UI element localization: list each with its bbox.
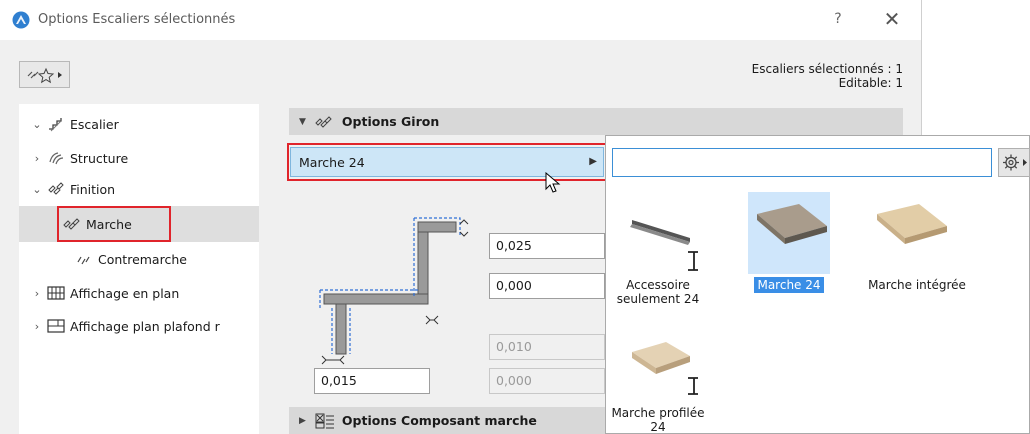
tree-item-affichage-plafond[interactable]: › Affichage plan plafond r [30, 313, 220, 339]
favorites-icon [27, 67, 62, 84]
tree-item-marche-highlight-box [57, 206, 171, 242]
chevron-right-icon[interactable]: › [30, 287, 44, 300]
chevron-right-icon[interactable]: › [30, 320, 44, 333]
help-button[interactable]: ? [828, 9, 848, 29]
tree-item-contremarche[interactable]: Contremarche [72, 246, 187, 272]
section-title: Options Giron [341, 114, 440, 129]
structure-icon [49, 152, 64, 165]
tree-item-label: Escalier [70, 116, 119, 132]
section-header-options-giron[interactable]: ▼ Options Giron [289, 108, 903, 135]
library-item-marche-profilee[interactable]: Marche profilée 24 [608, 330, 708, 434]
search-input[interactable] [612, 148, 992, 177]
tread-thumbnail-icon [877, 204, 947, 244]
editable-count: Editable: 1 [838, 76, 903, 90]
component-icon [315, 413, 334, 428]
stair-icon [49, 118, 62, 132]
tree-item-affichage-plan[interactable]: › Affichage en plan [30, 280, 179, 306]
riser-icon [77, 256, 90, 265]
ceiling-plan-icon [47, 319, 65, 333]
top-offset-field[interactable]: 0,025 [489, 233, 605, 259]
tree-item-finition[interactable]: ⌄ Finition [30, 176, 115, 202]
section-title: Options Composant marche [341, 413, 537, 428]
triangle-down-icon: ▼ [299, 116, 306, 127]
archicad-logo-icon [12, 11, 30, 29]
mouse-cursor-icon [545, 172, 561, 193]
settings-button[interactable] [998, 148, 1030, 177]
triangle-right-icon: ▶ [299, 415, 306, 426]
library-item-label: Marche profilée 24 [611, 406, 705, 434]
tread-icon [315, 115, 332, 128]
tread-thumbnail-icon [632, 342, 698, 395]
finish-icon [48, 182, 64, 195]
library-item-label: Accessoire seulement 24 [616, 278, 700, 306]
nosing-field[interactable]: 0,000 [489, 273, 605, 299]
floor-plan-icon [47, 286, 65, 300]
library-item-accessoire[interactable]: Accessoire seulement 24 [608, 192, 708, 312]
chevron-down-icon[interactable]: ⌄ [30, 183, 44, 196]
chevron-right-icon[interactable]: › [30, 152, 44, 165]
disabled-field-1: 0,010 [489, 334, 605, 360]
window-title: Options Escaliers sélectionnés [38, 12, 236, 27]
panel-splitter[interactable] [259, 104, 271, 434]
close-button[interactable]: ✕ [880, 9, 904, 31]
chevron-down-icon[interactable]: ⌄ [30, 118, 44, 131]
library-item-label: Marche 24 [754, 277, 824, 293]
library-item-marche-integree[interactable]: Marche intégrée [857, 192, 966, 292]
tree-item-escalier[interactable]: ⌄ Escalier [30, 111, 119, 137]
disabled-field-2: 0,000 [489, 368, 605, 394]
tree-item-label: Finition [70, 181, 116, 197]
favorites-button[interactable] [19, 61, 70, 88]
tree-item-label: Contremarche [98, 251, 187, 267]
library-item-marche-24[interactable]: Marche 24 [739, 192, 839, 293]
tree-item-label: Affichage plan plafond r [70, 318, 220, 334]
tree-item-label: Affichage en plan [70, 285, 180, 301]
selection-status: Escaliers sélectionnés : 1 Editable: 1 [752, 62, 903, 90]
section-header-options-composant[interactable]: ▶ Options Composant marche [289, 407, 605, 434]
library-item-label: Marche intégrée [868, 278, 966, 292]
selected-count: Escaliers sélectionnés : 1 [751, 62, 903, 76]
tread-thumbnail-icon [757, 204, 827, 244]
tree-item-label: Structure [70, 150, 129, 166]
tread-profile-diagram [319, 217, 469, 365]
gear-icon [1003, 154, 1027, 171]
title-bar: Options Escaliers sélectionnés ? ✕ [0, 0, 921, 40]
thickness-field[interactable]: 0,015 [314, 368, 430, 394]
accessory-thumbnail-icon [630, 220, 698, 271]
tree-item-structure[interactable]: › Structure [30, 145, 128, 171]
